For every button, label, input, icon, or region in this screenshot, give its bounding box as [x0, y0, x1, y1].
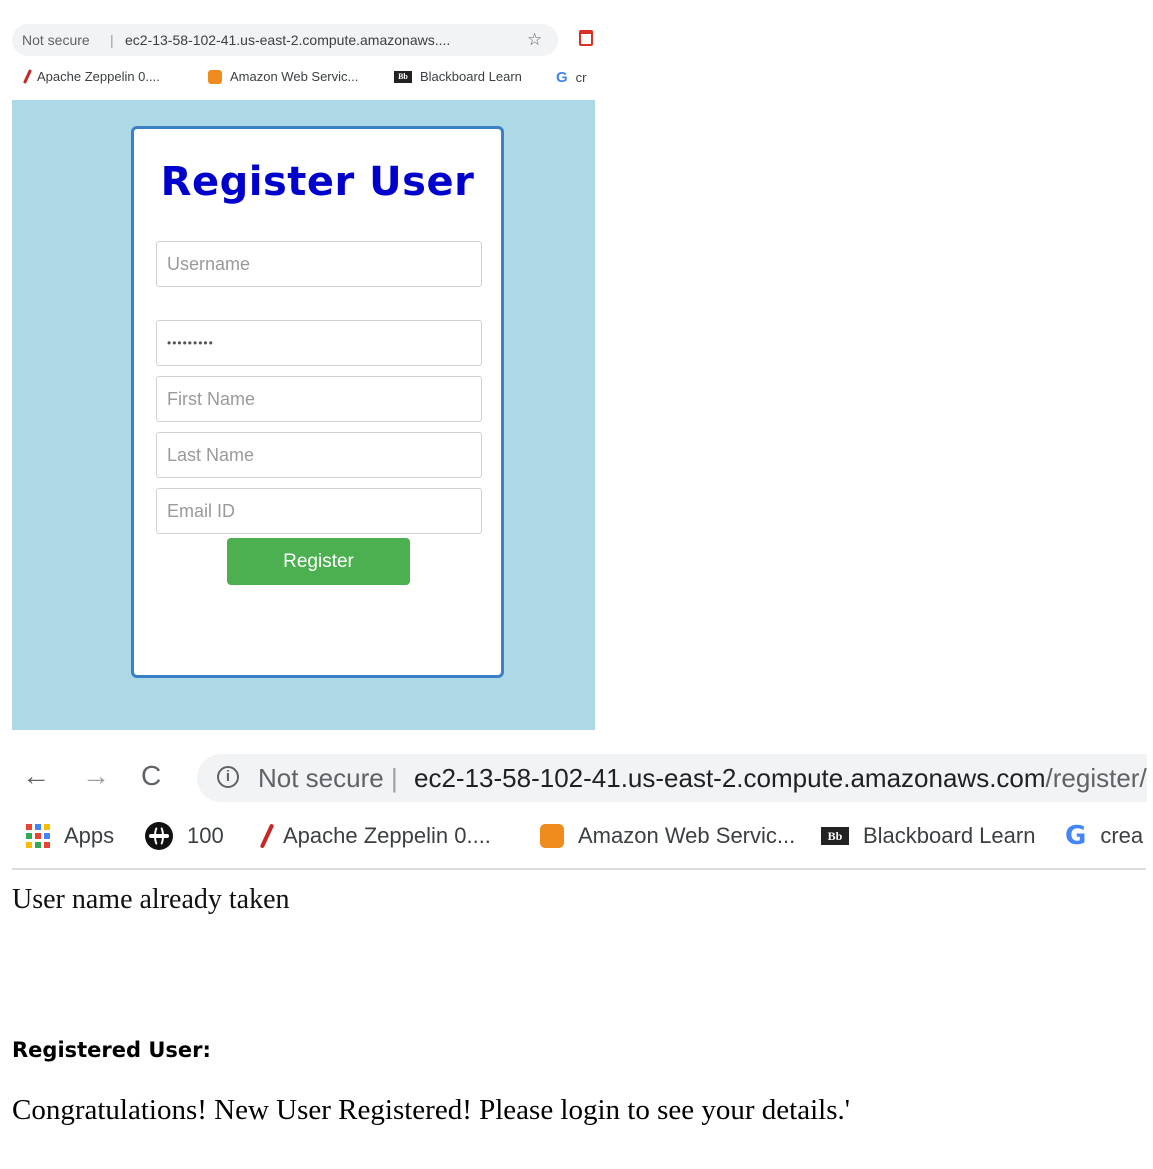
success-message: Congratulations! New User Registered! Pl…: [12, 1094, 850, 1126]
bookmark-label: Amazon Web Servic...: [230, 69, 359, 84]
bookmark-label: crea: [1100, 823, 1144, 848]
feather-icon: [22, 69, 33, 84]
bookmark-blackboard[interactable]: Bb Blackboard Learn: [821, 822, 1035, 850]
bookmark-apache-zeppelin[interactable]: Apache Zeppelin 0....: [259, 822, 491, 850]
bookmark-label: 100: [187, 823, 224, 848]
bookmark-label: Amazon Web Servic...: [578, 823, 796, 848]
bookmark-apps[interactable]: Apps: [26, 822, 114, 850]
reload-icon[interactable]: C: [141, 760, 161, 792]
address-bar[interactable]: i Not secure | ec2-13-58-102-41.us-east-…: [197, 754, 1147, 802]
back-icon[interactable]: ←: [22, 760, 50, 792]
globe-icon: [145, 822, 173, 850]
username-input[interactable]: [156, 241, 482, 287]
toolbar-divider: [12, 868, 1146, 870]
info-icon[interactable]: i: [217, 766, 239, 788]
bookmark-label: cr: [575, 70, 587, 85]
address-path: /register/: [1045, 763, 1147, 793]
star-icon[interactable]: ☆: [527, 30, 542, 50]
blackboard-icon: Bb: [821, 827, 849, 845]
google-icon: G: [1065, 821, 1087, 851]
password-input[interactable]: [156, 320, 482, 366]
bookmarks-bar: Apache Zeppelin 0.... Amazon Web Servic.…: [12, 62, 595, 92]
extension-icon[interactable]: [579, 30, 593, 46]
email-input[interactable]: [156, 488, 482, 534]
bookmark-google[interactable]: G crea: [1065, 821, 1144, 851]
register-button[interactable]: Register: [227, 538, 410, 585]
browser-toolbar: ← → C i Not secure | ec2-13-58-102-41.us…: [0, 748, 1153, 808]
bookmark-aws[interactable]: Amazon Web Servic...: [540, 822, 795, 850]
not-secure-label[interactable]: Not secure: [258, 754, 384, 802]
register-card: Register User Register: [131, 126, 504, 678]
section-heading: Registered User:: [12, 1038, 211, 1062]
first-name-input[interactable]: [156, 376, 482, 422]
register-screenshot: Not secure | ec2-13-58-102-41.us-east-2.…: [12, 18, 595, 730]
bookmark-apache-zeppelin[interactable]: Apache Zeppelin 0....: [22, 69, 160, 84]
bookmark-100[interactable]: 100: [145, 822, 224, 850]
google-icon: G: [556, 69, 568, 86]
address-bar[interactable]: Not secure | ec2-13-58-102-41.us-east-2.…: [12, 24, 558, 56]
aws-cube-icon: [208, 69, 222, 84]
address-url[interactable]: ec2-13-58-102-41.us-east-2.compute.amazo…: [125, 24, 450, 56]
bookmarks-bar: Apps 100 Apache Zeppelin 0.... Amazon We…: [0, 812, 1153, 862]
address-host: ec2-13-58-102-41.us-east-2.compute.amazo…: [414, 763, 1046, 793]
last-name-input[interactable]: [156, 432, 482, 478]
address-separator: |: [110, 32, 114, 48]
not-secure-label[interactable]: Not secure: [22, 24, 90, 56]
bookmark-label: Apache Zeppelin 0....: [283, 823, 491, 848]
response-message: User name already taken: [12, 884, 290, 915]
register-page: Register User Register: [12, 100, 595, 730]
bookmark-label: Blackboard Learn: [420, 69, 522, 84]
bookmark-aws[interactable]: Amazon Web Servic...: [208, 69, 358, 84]
forward-icon[interactable]: →: [82, 760, 110, 792]
address-separator: |: [391, 763, 398, 793]
bookmark-label: Apps: [64, 823, 115, 848]
form-title: Register User: [160, 159, 475, 205]
bookmark-label: Apache Zeppelin 0....: [37, 69, 160, 84]
bookmark-label: Blackboard Learn: [863, 823, 1036, 848]
address-url[interactable]: ec2-13-58-102-41.us-east-2.compute.amazo…: [414, 754, 1147, 802]
blackboard-icon: Bb: [394, 70, 412, 83]
feather-icon: [259, 823, 275, 849]
bookmark-blackboard[interactable]: Bb Blackboard Learn: [394, 69, 522, 84]
bookmark-google[interactable]: G cr: [556, 69, 587, 86]
aws-cube-icon: [540, 824, 564, 848]
apps-grid-icon: [26, 824, 50, 848]
